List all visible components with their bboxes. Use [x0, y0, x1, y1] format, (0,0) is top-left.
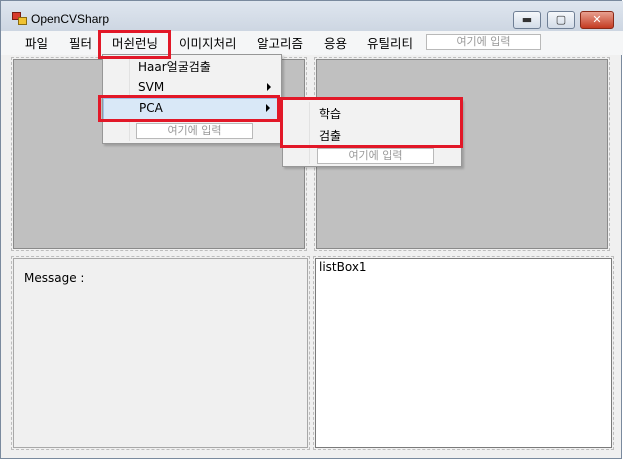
- close-icon: ✕: [592, 13, 602, 26]
- title-bar[interactable]: OpenCVSharp ▬ ▢ ✕: [1, 1, 623, 31]
- maximize-button[interactable]: ▢: [547, 11, 575, 29]
- menu-image-processing[interactable]: 이미지처리: [179, 36, 237, 52]
- highlight-pca-submenu: [280, 97, 463, 148]
- menu-file[interactable]: 파일: [25, 36, 48, 52]
- minimize-icon: ▬: [521, 13, 533, 26]
- close-button[interactable]: ✕: [580, 11, 614, 29]
- message-label: Message :: [24, 271, 85, 285]
- minimize-button[interactable]: ▬: [513, 11, 541, 29]
- maximize-icon: ▢: [555, 13, 567, 26]
- dropdown-input[interactable]: 여기에 입력: [136, 123, 253, 139]
- list-box[interactable]: listBox1: [313, 256, 614, 450]
- app-icon: [12, 12, 27, 25]
- submenu-input[interactable]: 여기에 입력: [317, 148, 434, 164]
- highlight-pca: [98, 95, 280, 122]
- submenu-arrow-icon: [267, 83, 271, 91]
- highlight-machine-learning: [98, 30, 171, 59]
- menu-algorithm[interactable]: 알고리즘: [257, 36, 303, 52]
- menu-filter[interactable]: 필터: [69, 36, 92, 52]
- main-window: OpenCVSharp ▬ ▢ ✕ 파일 필터 머쉰런닝 이미지처리 알고리즘 …: [0, 0, 623, 459]
- menu-item-haar-label: Haar얼굴검출: [138, 60, 211, 74]
- window-title: OpenCVSharp: [31, 12, 110, 26]
- menu-application[interactable]: 응용: [324, 36, 347, 52]
- menu-search-input[interactable]: 여기에 입력: [426, 34, 541, 50]
- menu-item-svm-label: SVM: [138, 80, 165, 94]
- listbox-label: listBox1: [319, 260, 367, 274]
- menu-utility[interactable]: 유틸리티: [367, 36, 413, 52]
- message-panel: Message :: [11, 256, 310, 450]
